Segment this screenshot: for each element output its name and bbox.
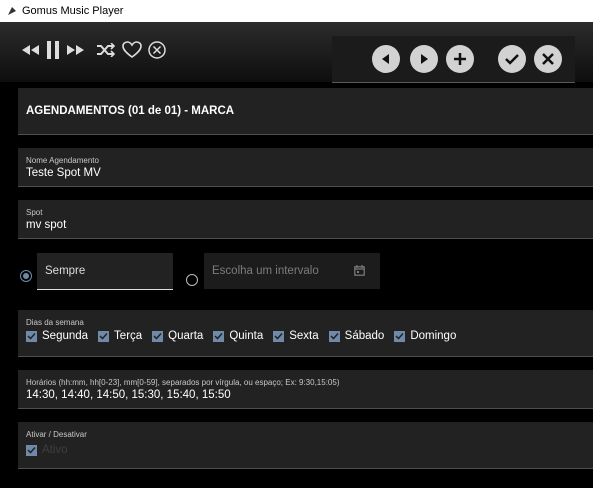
checkbox-icon [273,330,285,342]
times-label: Horários (hh:mm, hh[0-23], mm[0-59], sep… [26,378,340,387]
cancel-button[interactable] [534,45,562,73]
day-label-sexta: Sexta [289,330,319,342]
heart-icon[interactable] [122,40,142,60]
plus-icon [454,53,466,65]
day-label-domingo: Domingo [410,330,457,342]
checkbox-icon [394,330,406,342]
close-icon [542,53,554,65]
spot-label: Spot [26,208,43,217]
day-label-quinta: Quinta [229,330,264,342]
interval-placeholder: Escolha um intervalo [212,265,319,277]
day-checkbox-terca[interactable]: Terça [98,330,142,342]
arrow-right-icon [421,54,428,64]
activate-label: Ativar / Desativar [26,430,87,439]
checkmark-icon [505,54,519,65]
day-checkbox-segunda[interactable]: Segunda [26,330,88,342]
checkbox-icon [213,330,225,342]
schedule-name-label: Nome Agendamento [26,156,99,165]
times-field[interactable]: Horários (hh:mm, hh[0-23], mm[0-59], sep… [18,370,593,409]
day-checkbox-domingo[interactable]: Domingo [394,330,456,342]
always-radio[interactable] [20,270,32,282]
schedule-header: AGENDAMENTOS (01 de 01) - MARCA [18,88,593,135]
player-controls [22,40,166,60]
active-checkbox-label: Ativo [42,444,68,456]
always-label: Sempre [45,265,86,277]
spot-value[interactable]: mv spot [26,219,66,231]
next-record-button[interactable] [410,45,438,73]
checkbox-icon [152,330,164,342]
pause-icon[interactable] [46,40,60,60]
record-nav-panel [332,36,575,83]
shuffle-icon[interactable] [96,40,116,60]
active-checkbox[interactable]: Ativo [26,444,68,456]
arrow-left-icon [382,54,389,64]
weekdays-label: Dias da semana [26,318,84,327]
window-titlebar: Gomus Music Player [0,0,593,22]
app-icon [8,7,16,15]
previous-record-button[interactable] [372,45,400,73]
confirm-button[interactable] [498,45,526,73]
weekdays-field: Dias da semana Segunda Terça Quarta Quin… [18,310,593,357]
checkbox-icon [98,330,110,342]
schedule-name-field[interactable]: Nome Agendamento Teste Spot MV [18,148,593,187]
day-label-terca: Terça [114,330,143,342]
day-label-quarta: Quarta [168,330,204,342]
interval-picker[interactable]: Escolha um intervalo [204,253,380,289]
day-label-sabado: Sábado [344,330,385,342]
calendar-icon[interactable] [354,265,365,276]
checkbox-icon [26,444,37,456]
close-circle-icon[interactable] [148,40,166,60]
day-checkbox-quarta[interactable]: Quarta [152,330,203,342]
checkbox-icon [26,330,37,342]
checkbox-icon [328,330,340,342]
day-checkbox-sexta[interactable]: Sexta [273,330,319,342]
add-record-button[interactable] [446,45,474,73]
weekdays-checkboxes: Segunda Terça Quarta Quinta Sexta Sábado… [26,330,466,342]
day-checkbox-sabado[interactable]: Sábado [328,330,385,342]
page-title: AGENDAMENTOS (01 de 01) - MARCA [26,105,235,117]
always-option[interactable]: Sempre [37,253,173,290]
spot-field[interactable]: Spot mv spot [18,200,593,239]
rewind-icon[interactable] [22,40,40,60]
day-label-segunda: Segunda [42,330,89,342]
times-value[interactable]: 14:30, 14:40, 14:50, 15:30, 15:40, 15:50 [26,389,231,401]
activate-field: Ativar / Desativar Ativo [18,422,593,469]
schedule-name-value[interactable]: Teste Spot MV [26,167,101,179]
window-title: Gomus Music Player [22,5,124,17]
fast-forward-icon[interactable] [66,40,84,60]
interval-radio[interactable] [186,274,198,286]
day-checkbox-quinta[interactable]: Quinta [213,330,263,342]
